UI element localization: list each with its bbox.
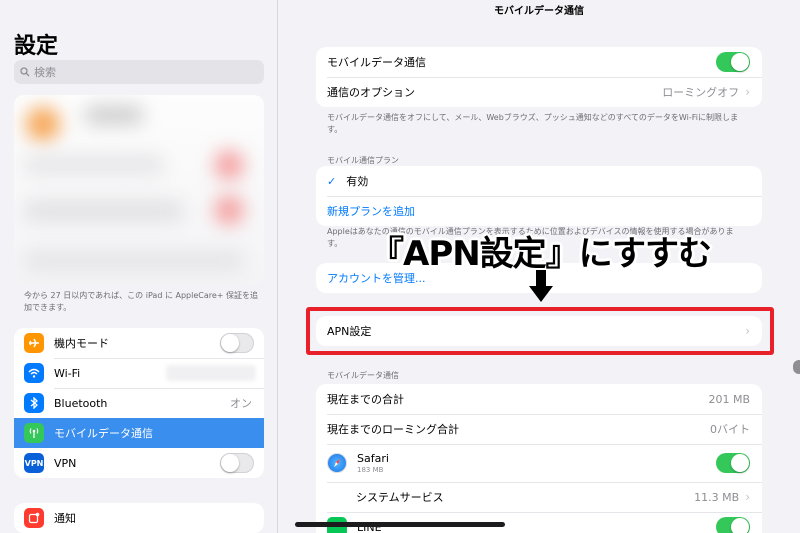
highlight-box <box>306 307 774 355</box>
applecare-note: 今から 27 日以内であれば、この iPad に AppleCare+ 保証を追… <box>24 291 259 312</box>
usage-app-row-safari: Safari 183 MB <box>316 444 762 482</box>
avatar <box>26 107 60 141</box>
wifi-icon <box>24 363 44 383</box>
mobile-data-card: モバイルデータ通信 通信のオプション ローミングオフ › <box>316 47 762 107</box>
usage-roaming-label: 現在までのローミング合計 <box>327 423 459 436</box>
line-data-toggle[interactable] <box>716 517 750 533</box>
blurred-row <box>24 200 184 222</box>
blurred-name <box>84 105 144 125</box>
data-options-label: 通信のオプション <box>327 86 415 99</box>
system-services-row[interactable]: システムサービス 11.3 MB › <box>316 482 762 512</box>
plan-section-header: モバイル通信プラン <box>327 156 399 165</box>
data-options-value: ローミングオフ <box>662 86 740 99</box>
instruction-overlay-text: 『APN設定』にすすむ <box>370 234 712 274</box>
search-icon <box>20 67 30 77</box>
chevron-right-icon: › <box>745 490 750 504</box>
search-input[interactable]: 検索 <box>14 60 264 84</box>
sidebar-item-label: Bluetooth <box>54 396 108 410</box>
vpn-icon: VPN <box>24 453 44 473</box>
usage-total-label: 現在までの合計 <box>327 393 404 406</box>
wifi-network-blurred <box>166 365 256 381</box>
sidebar-item-mobile-data[interactable]: モバイルデータ通信 <box>14 418 264 448</box>
usage-total-value: 201 MB <box>708 392 750 406</box>
mobile-data-label: モバイルデータ通信 <box>327 56 426 69</box>
airplane-toggle[interactable] <box>220 333 254 353</box>
plan-card: ✓ 有効 新規プランを追加 <box>316 166 762 226</box>
data-options-row[interactable]: 通信のオプション ローミングオフ › <box>316 77 762 107</box>
sidebar-item-label: Wi-Fi <box>54 366 81 380</box>
sidebar-item-label: モバイルデータ通信 <box>54 427 153 440</box>
safari-label: Safari <box>357 452 389 465</box>
page-title: モバイルデータ通信 <box>494 6 584 17</box>
sidebar-item-airplane[interactable]: 機内モード <box>14 328 264 358</box>
plan-active-row[interactable]: ✓ 有効 <box>316 166 762 196</box>
sidebar-item-vpn[interactable]: VPN VPN <box>14 448 264 478</box>
apple-id-profile-card[interactable] <box>14 95 264 285</box>
mobile-data-note: モバイルデータ通信をオフにして、メール、Webブラウズ、プッシュ通知などのすべて… <box>327 113 739 134</box>
plan-active-label: 有効 <box>346 175 369 188</box>
sidebar-item-notifications[interactable]: 通知 <box>14 503 264 533</box>
checkmark-icon: ✓ <box>327 174 337 188</box>
home-indicator <box>295 522 505 527</box>
sidebar: 設定 検索 今から 27 日以内であれば、この iPad に AppleCare… <box>0 0 278 533</box>
bluetooth-icon <box>24 393 44 413</box>
add-plan-link[interactable]: 新規プランを追加 <box>327 203 415 219</box>
blurred-badge <box>214 150 244 180</box>
usage-roaming-value: 0バイト <box>710 423 750 436</box>
connectivity-list: 機内モード Wi-Fi Bluetooth オン モバイルデータ通信 VPN V… <box>14 328 264 478</box>
blurred-row <box>24 250 244 272</box>
antenna-icon <box>24 423 44 443</box>
search-placeholder: 検索 <box>34 66 56 79</box>
usage-roaming-row: 現在までのローミング合計 0バイト <box>316 414 762 444</box>
sidebar-item-bluetooth[interactable]: Bluetooth オン <box>14 388 264 418</box>
mobile-data-toggle[interactable] <box>716 52 750 72</box>
sidebar-item-wifi[interactable]: Wi-Fi <box>14 358 264 388</box>
safari-size: 183 MB <box>357 466 384 474</box>
chevron-right-icon: › <box>745 85 750 99</box>
sidebar-title: 設定 <box>14 34 59 59</box>
sidebar-item-label: 通知 <box>54 512 76 525</box>
safari-icon <box>327 453 347 473</box>
down-arrow-icon <box>529 270 553 302</box>
notification-icon <box>24 508 44 528</box>
blurred-badge <box>214 195 244 225</box>
blurred-row <box>24 155 164 175</box>
safari-data-toggle[interactable] <box>716 453 750 473</box>
add-plan-row[interactable]: 新規プランを追加 <box>316 196 762 226</box>
mobile-data-row: モバイルデータ通信 <box>316 47 762 77</box>
airplane-icon <box>24 333 44 353</box>
system-services-label: システムサービス <box>356 491 444 504</box>
usage-total-row: 現在までの合計 201 MB <box>316 384 762 414</box>
sidebar-item-label: 機内モード <box>54 337 109 350</box>
usage-card: 現在までの合計 201 MB 現在までのローミング合計 0バイト Safari … <box>316 384 762 533</box>
assistive-touch-handle[interactable] <box>793 360 800 374</box>
notifications-list: 通知 <box>14 503 264 533</box>
sidebar-item-label: VPN <box>54 456 77 470</box>
system-services-value: 11.3 MB <box>694 490 740 504</box>
bluetooth-status: オン <box>230 397 252 410</box>
usage-section-header: モバイルデータ通信 <box>327 371 399 380</box>
vpn-toggle[interactable] <box>220 453 254 473</box>
